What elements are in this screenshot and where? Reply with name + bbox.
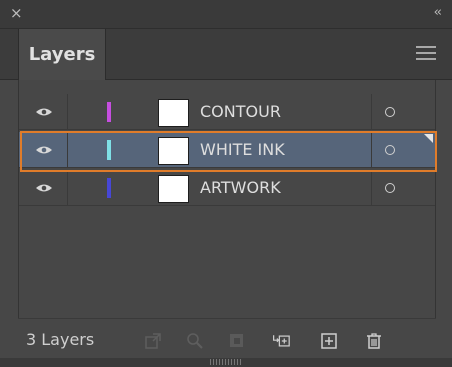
create-new-sublayer-icon[interactable] bbox=[272, 332, 290, 350]
layer-color-indicator bbox=[107, 178, 111, 198]
layer-name[interactable]: WHITE INK bbox=[200, 132, 285, 168]
layer-color-indicator bbox=[107, 102, 111, 122]
layer-row-contour[interactable]: CONTOUR bbox=[19, 94, 435, 130]
panel-title-bar: × ‹‹ bbox=[0, 0, 452, 29]
layer-thumbnail bbox=[158, 137, 189, 165]
locate-object-icon[interactable] bbox=[186, 332, 204, 350]
delete-layer-icon[interactable] bbox=[365, 332, 383, 350]
target-circle-icon[interactable] bbox=[385, 107, 395, 117]
panel-footer: 3 Layers bbox=[18, 318, 436, 359]
panel-tab-bar: Layers bbox=[0, 29, 452, 80]
export-for-screens-icon[interactable] bbox=[144, 332, 162, 350]
visibility-eye-icon[interactable] bbox=[35, 145, 53, 155]
layer-name[interactable]: ARTWORK bbox=[200, 170, 281, 206]
close-icon[interactable]: × bbox=[10, 5, 23, 21]
layer-count: 3 Layers bbox=[26, 330, 95, 349]
target-circle-icon[interactable] bbox=[385, 145, 395, 155]
hamburger-menu-icon[interactable] bbox=[416, 46, 436, 62]
create-new-layer-icon[interactable] bbox=[320, 332, 338, 350]
visibility-eye-icon[interactable] bbox=[35, 183, 53, 193]
layers-list: CONTOUR WHITE INK ARTWORK bbox=[18, 80, 436, 318]
layer-row-artwork[interactable]: ARTWORK bbox=[19, 170, 435, 206]
panel-resize-bar bbox=[0, 358, 452, 367]
layer-color-indicator bbox=[107, 140, 111, 160]
collapse-panel-icon[interactable]: ‹‹ bbox=[434, 5, 443, 21]
layer-name[interactable]: CONTOUR bbox=[200, 94, 281, 130]
tab-layers[interactable]: Layers bbox=[18, 29, 106, 80]
selection-indicator-icon bbox=[424, 134, 433, 143]
resize-grip-icon[interactable] bbox=[210, 359, 242, 365]
layer-thumbnail bbox=[158, 99, 189, 127]
layer-row-white-ink[interactable]: WHITE INK bbox=[19, 132, 435, 168]
visibility-eye-icon[interactable] bbox=[35, 107, 53, 117]
layer-thumbnail bbox=[158, 175, 189, 203]
target-circle-icon[interactable] bbox=[385, 183, 395, 193]
make-clipping-mask-icon[interactable] bbox=[228, 332, 246, 350]
